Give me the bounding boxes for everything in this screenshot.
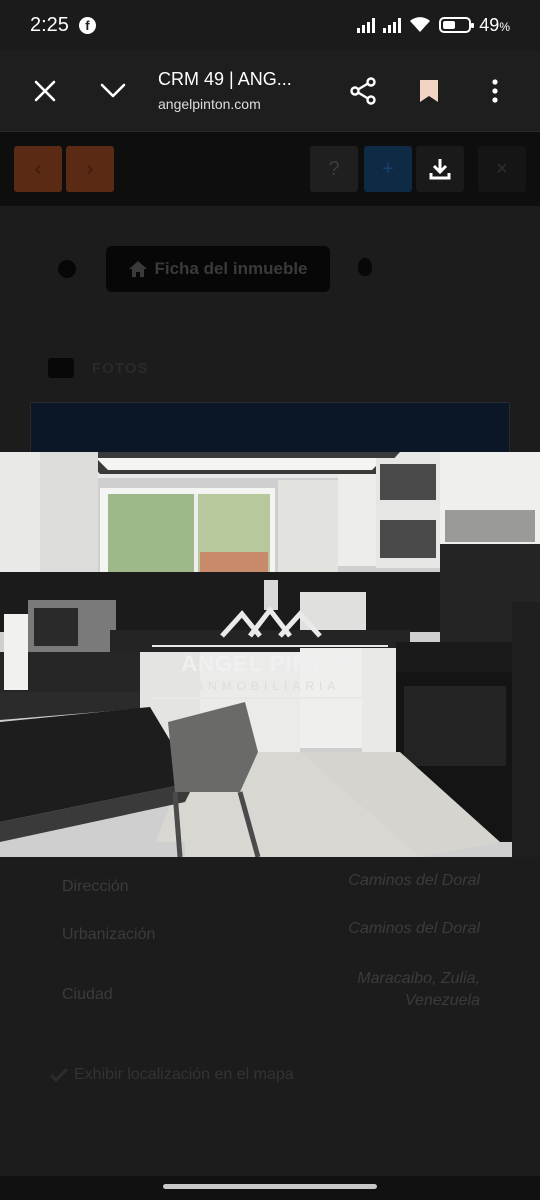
add-button[interactable]: + <box>364 146 412 192</box>
detail-value: Caminos del Doral <box>348 920 480 937</box>
more-options-button[interactable] <box>470 66 520 116</box>
battery-percent: 49% <box>479 14 510 35</box>
wifi-icon <box>410 17 431 32</box>
detail-value: Maracaibo, Zulia, Venezuela <box>357 970 480 1009</box>
property-tabs: Ficha del inmueble <box>0 246 540 292</box>
show-location-link[interactable]: Exhibir localización en el mapa <box>50 1066 294 1084</box>
battery-icon <box>439 17 475 33</box>
page-close-button[interactable]: × <box>478 146 526 192</box>
share-icon <box>350 76 376 105</box>
more-vert-icon <box>492 78 498 103</box>
download-icon <box>429 159 451 180</box>
detail-label: Ciudad <box>62 986 113 1003</box>
chevron-down-icon <box>100 83 126 97</box>
status-bar: 2:25 f 49% <box>0 0 540 50</box>
watermark-name: ANGEL PINTON <box>181 651 359 676</box>
home-gesture-handle[interactable] <box>163 1184 377 1189</box>
bookmark-button[interactable] <box>404 66 454 116</box>
detail-value: Caminos del Doral <box>348 872 480 889</box>
system-nav-bar <box>0 1176 540 1200</box>
clock-icon[interactable] <box>58 260 76 278</box>
close-button[interactable] <box>20 66 70 116</box>
share-button[interactable] <box>338 66 388 116</box>
fire-icon[interactable] <box>358 258 372 276</box>
help-button[interactable]: ? <box>310 146 358 192</box>
url-block[interactable]: CRM 49 | ANG... angelpinton.com <box>158 69 338 112</box>
camera-icon <box>48 358 74 378</box>
clock-time: 2:25 <box>30 13 69 36</box>
question-icon: ? <box>328 157 340 180</box>
facebook-notification-icon: f <box>78 16 96 34</box>
download-button[interactable] <box>416 146 464 192</box>
ficha-label: Ficha del inmueble <box>154 259 308 278</box>
close-icon <box>34 80 56 101</box>
agency-watermark: ANGEL PINTON INMOBILIARIA <box>150 605 390 699</box>
crm-nav-bar: ‹ › ? + × <box>0 132 540 206</box>
plus-icon: + <box>382 157 394 180</box>
collapse-button[interactable] <box>88 66 138 116</box>
bookmark-icon <box>420 79 438 102</box>
detail-label: Urbanización <box>62 926 156 943</box>
ficha-inmueble-tab[interactable]: Ficha del inmueble <box>106 246 330 292</box>
browser-toolbar: CRM 49 | ANG... angelpinton.com <box>0 50 540 132</box>
fotos-header: FOTOS <box>48 358 148 378</box>
page-title: CRM 49 | ANG... <box>158 69 292 89</box>
previous-button[interactable]: ‹ <box>14 146 62 192</box>
fotos-label: FOTOS <box>92 359 149 377</box>
status-icons: 49% <box>357 15 510 36</box>
close-icon: × <box>496 157 508 180</box>
watermark-divider <box>152 645 388 647</box>
page-host: angelpinton.com <box>158 96 261 112</box>
location-label: Exhibir localización en el mapa <box>74 1066 294 1083</box>
watermark-divider-bottom <box>152 697 388 699</box>
next-button[interactable]: › <box>66 146 114 192</box>
check-icon <box>50 1068 68 1082</box>
watermark-subtitle: INMOBILIARIA <box>199 679 341 693</box>
agency-logo <box>220 605 322 638</box>
signal-icon-2 <box>383 17 402 33</box>
home-icon <box>129 261 148 277</box>
signal-icon <box>357 17 376 33</box>
chevron-right-icon: › <box>86 157 94 180</box>
detail-label: Dirección <box>62 878 129 895</box>
photo-gallery-frame <box>30 402 510 454</box>
chevron-left-icon: ‹ <box>34 157 42 180</box>
